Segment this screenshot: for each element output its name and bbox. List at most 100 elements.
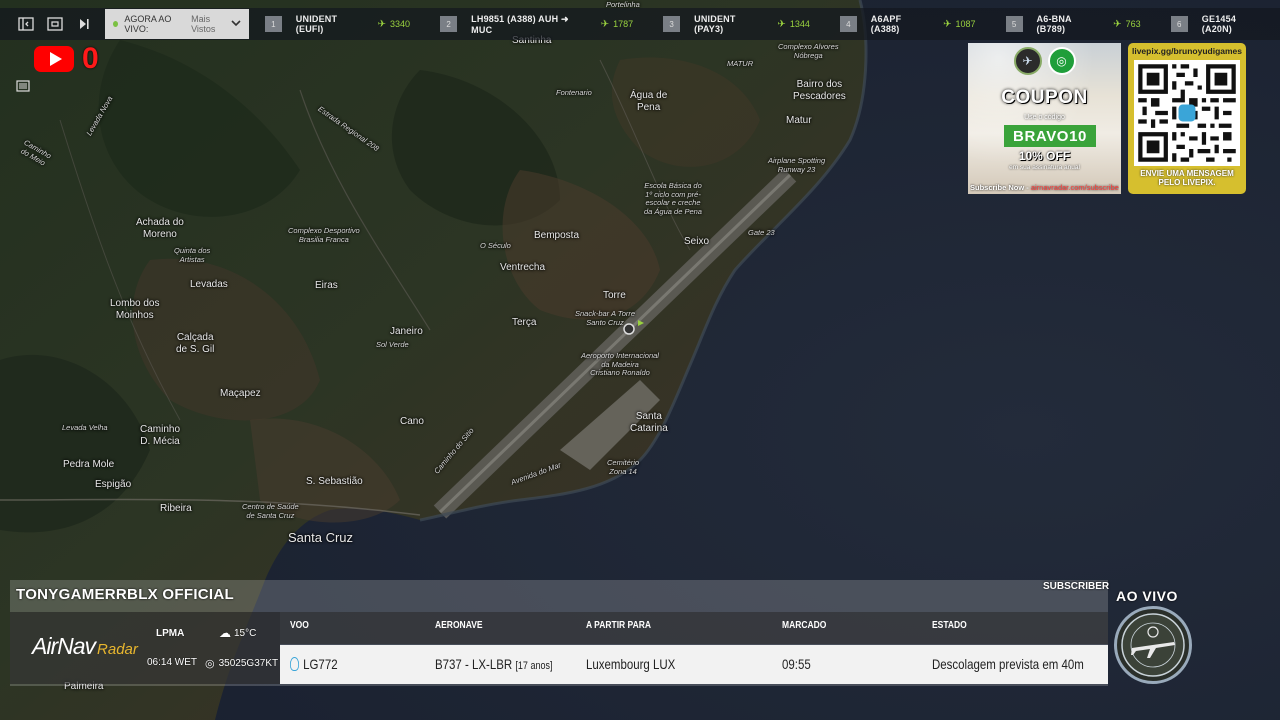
airplane-badge-icon xyxy=(1121,613,1185,677)
map-label: Levada Velha xyxy=(62,423,108,432)
fullscreen-icon[interactable] xyxy=(41,10,68,38)
wind-icon: ◎ xyxy=(205,658,215,670)
live-views-dropdown[interactable]: AGORA AO VIVO: Mais Vistos xyxy=(105,9,249,39)
map-label: O Século xyxy=(480,241,511,250)
youtube-icon xyxy=(34,46,74,72)
trending-flight-4[interactable]: 4 A6APF (A388) ✈ 1087 xyxy=(839,8,976,40)
flight-rank: 1 xyxy=(264,16,282,32)
top-bar: AGORA AO VIVO: Mais Vistos 1 UNIDENT (EU… xyxy=(0,8,1280,40)
map-label: Achada do Moreno xyxy=(136,217,184,240)
trending-flight-5[interactable]: 5 A6-BNA (B789) ✈ 763 xyxy=(1005,8,1141,40)
map-label: Lombo dos Moinhos xyxy=(110,298,160,321)
trending-flight-6[interactable]: 6 GE1454 (A20N) xyxy=(1170,8,1280,40)
coupon-discount: 10% OFF xyxy=(1018,149,1071,163)
flight-callsign: UNIDENT (PAY3) xyxy=(694,14,736,34)
column-header: A PARTIR PARA xyxy=(586,620,652,631)
map-label: Sol Verde xyxy=(376,340,409,349)
map-label: Janeiro xyxy=(390,326,423,337)
map-label: Gate 23 xyxy=(748,228,775,237)
coupon-ad[interactable]: ✈ ◎ COUPON Use o código BRAVO10 10% OFF … xyxy=(968,43,1121,194)
map-label: Maçapez xyxy=(220,388,261,399)
flight-rank: 4 xyxy=(839,16,857,32)
map-label: Eiras xyxy=(315,280,338,291)
column-header: VOO xyxy=(290,620,309,631)
map-label: Terça xyxy=(512,317,537,328)
plane-icon: ✈ xyxy=(777,18,786,30)
map-label: MATUR xyxy=(727,59,754,68)
map-label: Centro de Saúde de Santa Cruz xyxy=(242,502,299,520)
radar-logo-icon: ◎ xyxy=(1047,47,1076,75)
livepix-qr-card[interactable]: livepix.gg/brunoyudigames ENVIE UMA MENS… xyxy=(1128,43,1246,194)
plane-icon: ✈ xyxy=(1113,18,1122,30)
flight-viewers: 763 xyxy=(1125,19,1141,29)
destination-cell: Luxembourg LUX xyxy=(586,656,676,672)
departures-header xyxy=(280,612,1108,644)
trending-flight-1[interactable]: 1 UNIDENT (EUFI) ✈ 3340 xyxy=(264,8,410,40)
map-label: Complexo Alvores Nóbrega xyxy=(778,42,839,60)
qr-code-icon xyxy=(1134,60,1240,166)
plane-icon: ✈ xyxy=(600,18,610,30)
map-label: Levadas xyxy=(190,279,228,290)
map-label: Aeroporto Internacional da Madeira Crist… xyxy=(581,351,659,378)
dropdown-label: AGORA AO VIVO: xyxy=(124,14,172,34)
dropdown-value: Mais Vistos xyxy=(191,14,216,34)
subscriber-counter: 0 xyxy=(82,42,99,75)
map-label: Santa Cruz xyxy=(288,530,354,545)
map-label: Água de Pena xyxy=(630,90,668,113)
flight-rank: 3 xyxy=(663,16,681,32)
map-label: Escola Básica do 1º ciclo com pré- escol… xyxy=(644,181,702,216)
map-label: Ventrecha xyxy=(500,262,546,273)
channel-badge xyxy=(1114,606,1192,684)
flight-callsign: UNIDENT (EUFI) xyxy=(295,14,338,34)
trending-flight-3[interactable]: 3 UNIDENT (PAY3) ✈ 1344 xyxy=(663,8,810,40)
map-label: Calçada de S. Gil xyxy=(176,332,215,355)
channel-logo-icon: ✈ xyxy=(1013,47,1042,75)
flight-callsign: GE1454 (A20N) xyxy=(1201,14,1237,34)
coupon-url: airnavradar.com/subscribe xyxy=(1030,183,1119,192)
column-header: MARCADO xyxy=(782,620,827,631)
map-label: S. Sebastião xyxy=(306,476,363,487)
coupon-title: COUPON xyxy=(1001,87,1088,108)
live-label: AO VIVO xyxy=(1116,588,1178,604)
collapse-sidebar-icon[interactable] xyxy=(12,10,39,38)
plane-icon: ✈ xyxy=(377,18,386,30)
map-label: Quinta dos Artistas xyxy=(174,246,211,264)
coupon-subtitle: Use o código xyxy=(1024,114,1065,121)
flight-rank: 2 xyxy=(440,16,458,32)
map-label: Espigão xyxy=(95,479,132,490)
livepix-url: livepix.gg/brunoyudigames xyxy=(1131,46,1243,56)
airnav-stream-screen: Santinha Portelinha Fontenario Água de P… xyxy=(0,0,1280,720)
map-label: Airplane Spotting Runway 23 xyxy=(768,156,826,174)
map-layers-icon[interactable] xyxy=(12,76,34,96)
coupon-code: BRAVO10 xyxy=(1004,125,1096,147)
map-label: Torre xyxy=(603,290,626,301)
flight-callsign: A6-BNA (B789) xyxy=(1036,14,1072,34)
weather-temperature: ☁ 15°C xyxy=(219,626,257,640)
flight-viewers: 1344 xyxy=(789,19,810,29)
map-label: Complexo Desportivo Brasilia Franca xyxy=(288,226,360,244)
map-label: Cemitério Zona 14 xyxy=(607,458,640,476)
column-header: AERONAVE xyxy=(435,620,483,631)
map-label: Snack-bar A Torre Santo Cruz xyxy=(575,309,636,327)
livepix-message: ENVIE UMA MENSAGEM PELO LIVEPIX. xyxy=(1140,169,1234,187)
status-cell: Descolagem prevista em 40m xyxy=(932,656,1084,672)
flight-callsign: A6APF (A388) xyxy=(870,14,902,34)
airline-logo-icon xyxy=(290,657,300,671)
scheduled-cell: 09:55 xyxy=(782,656,811,672)
cloud-icon: ☁ xyxy=(219,626,231,640)
skip-next-icon[interactable] xyxy=(70,10,97,38)
chevron-down-icon xyxy=(231,18,241,30)
map-label: Matur xyxy=(786,115,812,126)
map-label: Bemposta xyxy=(534,230,580,241)
flight-cell: LG772 xyxy=(290,656,338,672)
map-label: Pedra Mole xyxy=(63,459,115,470)
channel-name: TONYGAMERRBLX OFFICIAL xyxy=(16,586,234,603)
flight-viewers: 1087 xyxy=(955,19,976,29)
wind-info: ◎ 35025G37KT xyxy=(205,658,279,670)
trending-flight-2[interactable]: 2 LH9851 (A388) AUH ➜ MUC ✈ 1787 xyxy=(440,8,633,40)
coupon-note: em sua assinatura anual xyxy=(1009,164,1080,171)
map-label: Santa Catarina xyxy=(630,411,668,434)
map-label: Cano xyxy=(400,416,424,427)
local-time: 06:14 WET xyxy=(147,657,198,668)
map-label: Seixo xyxy=(684,236,710,247)
